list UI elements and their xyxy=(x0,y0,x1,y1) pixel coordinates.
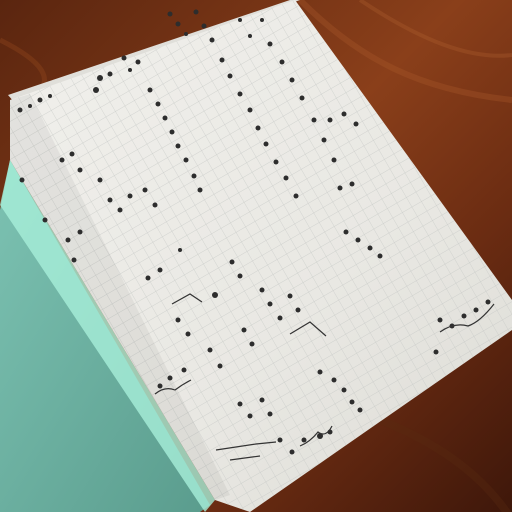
photo-canvas xyxy=(0,0,512,512)
notebook-photo xyxy=(0,0,512,512)
